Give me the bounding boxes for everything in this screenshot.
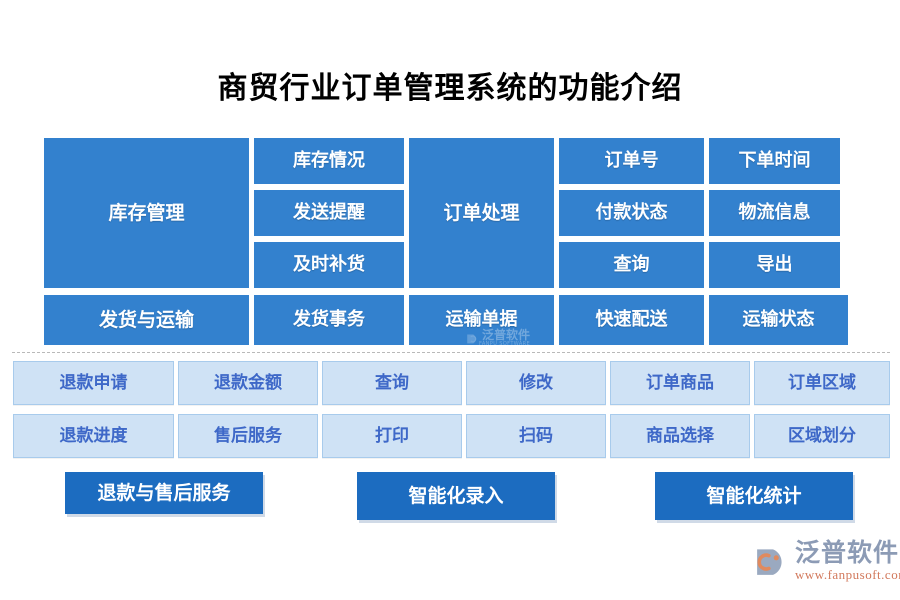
top-cell-order-time[interactable]: 下单时间: [709, 138, 840, 184]
logo-brand: 泛普软件: [795, 538, 900, 567]
cell-label: 运输状态: [742, 309, 815, 331]
cell-label: 智能化统计: [706, 484, 802, 507]
top-cell-transport-documents[interactable]: 运输单据: [409, 295, 554, 345]
logo-url: www.fanpusoft.com: [795, 567, 900, 582]
cell-label: 商品选择: [646, 425, 714, 446]
top-cell-export[interactable]: 导出: [709, 242, 840, 288]
cell-label: 订单处理: [443, 201, 520, 224]
lower-cell-print[interactable]: 打印: [322, 414, 462, 458]
top-cell-payment-status[interactable]: 付款状态: [559, 190, 704, 236]
cell-label: 库存管理: [108, 201, 185, 224]
cell-label: 付款状态: [595, 202, 668, 224]
top-cell-shipping-affairs[interactable]: 发货事务: [254, 295, 404, 345]
cell-label: 退款进度: [59, 425, 128, 446]
cell-label: 退款与售后服务: [97, 481, 231, 504]
lower-cell-after-sales[interactable]: 售后服务: [178, 414, 318, 458]
top-cell-logistics-info[interactable]: 物流信息: [709, 190, 840, 236]
section-divider: [12, 352, 890, 353]
top-cell-query[interactable]: 查询: [559, 242, 704, 288]
cell-label: 退款金额: [214, 372, 282, 393]
cell-label: 物流信息: [738, 202, 811, 224]
lower-cell-refund-progress[interactable]: 退款进度: [13, 414, 174, 458]
lower-cell-order-goods[interactable]: 订单商品: [610, 361, 750, 405]
cell-label: 打印: [375, 425, 409, 446]
top-cell-inventory-status[interactable]: 库存情况: [254, 138, 404, 184]
lower-cell-modify[interactable]: 修改: [466, 361, 606, 405]
cell-label: 导出: [756, 254, 793, 276]
cell-label: 智能化录入: [408, 484, 504, 507]
top-cell-fast-delivery[interactable]: 快速配送: [559, 295, 704, 345]
cell-label: 及时补货: [293, 254, 365, 276]
lower-cell-refund-request[interactable]: 退款申请: [13, 361, 174, 405]
top-cell-order-processing[interactable]: 订单处理: [409, 138, 554, 288]
cell-label: 区域划分: [788, 425, 856, 446]
cell-label: 查询: [375, 372, 409, 393]
cell-label: 快速配送: [595, 309, 668, 331]
cell-label: 售后服务: [214, 425, 282, 446]
footer-label-intelligent-statistics[interactable]: 智能化统计: [655, 472, 853, 520]
fanpu-logo-icon: [757, 548, 782, 575]
cell-label: 退款申请: [59, 372, 128, 393]
top-cell-transport-status[interactable]: 运输状态: [709, 295, 848, 345]
lower-cell-refund-amount[interactable]: 退款金额: [178, 361, 318, 405]
top-cell-shipping-transport[interactable]: 发货与运输: [44, 295, 249, 345]
footer-label-refund-after-sales[interactable]: 退款与售后服务: [65, 472, 263, 514]
top-cell-order-number[interactable]: 订单号: [559, 138, 704, 184]
cell-label: 订单区域: [788, 372, 856, 393]
lower-cell-goods-selection[interactable]: 商品选择: [610, 414, 750, 458]
cell-label: 发货事务: [293, 309, 365, 331]
cell-label: 库存情况: [293, 150, 365, 172]
lower-cell-query[interactable]: 查询: [322, 361, 462, 405]
cell-label: 运输单据: [445, 309, 518, 331]
top-cell-inventory-management[interactable]: 库存管理: [44, 138, 249, 288]
page-title: 商贸行业订单管理系统的功能介绍: [217, 71, 683, 106]
cell-label: 订单商品: [646, 372, 714, 393]
footer-label-intelligent-entry[interactable]: 智能化录入: [357, 472, 555, 520]
cell-label: 发货与运输: [98, 308, 194, 331]
cell-label: 下单时间: [738, 150, 811, 172]
lower-cell-order-region[interactable]: 订单区域: [754, 361, 890, 405]
slide-canvas: 商贸行业订单管理系统的功能介绍 库存管理 库存情况 发送提醒 及时补货 订单处理…: [0, 0, 900, 600]
lower-cell-region-division[interactable]: 区域划分: [754, 414, 890, 458]
top-cell-timely-restock[interactable]: 及时补货: [254, 242, 404, 288]
cell-label: 订单号: [604, 150, 659, 172]
cell-label: 查询: [613, 254, 650, 276]
lower-cell-scan-code[interactable]: 扫码: [466, 414, 606, 458]
cell-label: 发送提醒: [293, 202, 365, 224]
cell-label: 修改: [519, 372, 553, 393]
top-cell-send-reminder[interactable]: 发送提醒: [254, 190, 404, 236]
fanpu-logo: 泛普软件 www.fanpusoft.com: [755, 540, 900, 581]
cell-label: 扫码: [519, 425, 553, 446]
